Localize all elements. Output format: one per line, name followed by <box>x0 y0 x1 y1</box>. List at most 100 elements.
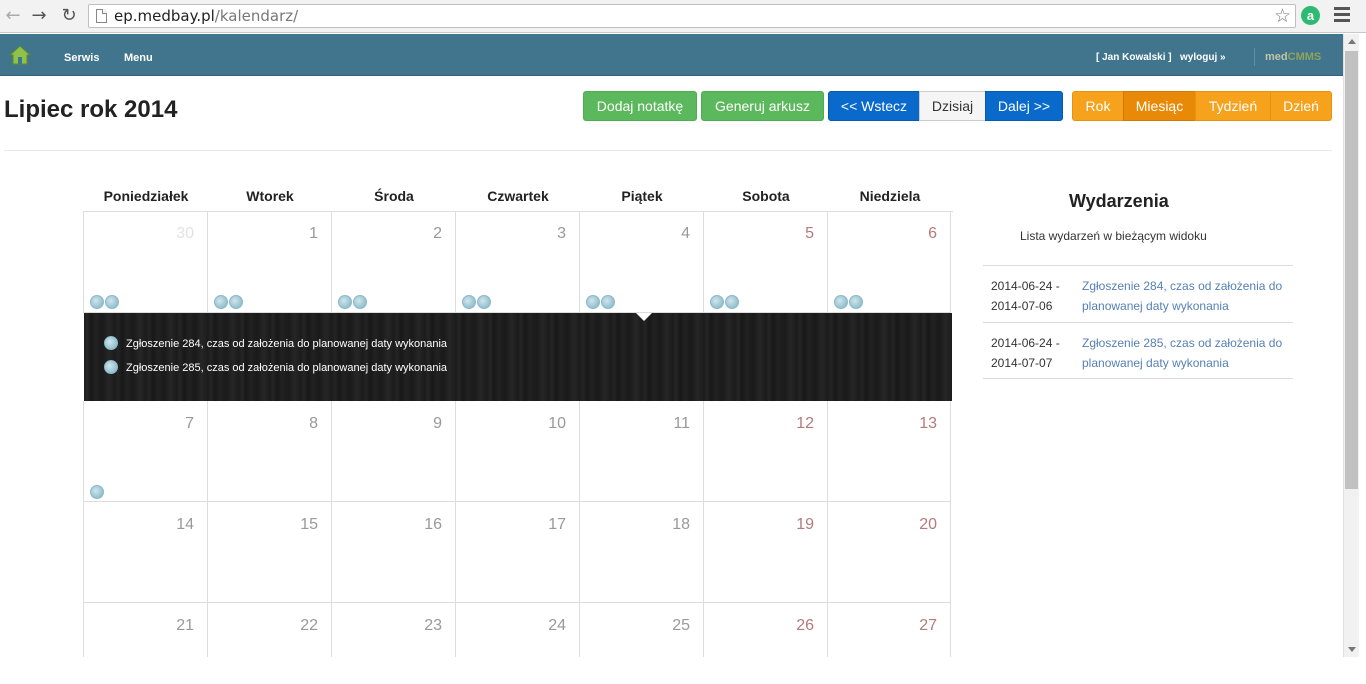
page-icon <box>96 9 107 23</box>
day-number: 25 <box>672 617 690 634</box>
day-number: 17 <box>548 516 566 533</box>
day-cell[interactable]: 10 <box>455 401 579 502</box>
reload-icon[interactable]: ↻ <box>58 5 80 27</box>
day-number: 27 <box>919 617 937 634</box>
event-dates: 2014-06-24 - 2014-07-06 <box>991 276 1060 316</box>
event-row: 2014-06-24 - 2014-07-06 Zgłoszenie 284, … <box>983 265 1293 322</box>
panel-caret <box>636 313 652 321</box>
day-cell[interactable]: 21 <box>83 603 207 663</box>
today-button[interactable]: Dzisiaj <box>919 91 986 121</box>
nav-menu[interactable]: Menu <box>124 52 153 64</box>
previous-button[interactable]: << Wstecz <box>828 91 920 121</box>
event-dot[interactable] <box>462 295 476 309</box>
day-cell[interactable]: 16 <box>331 502 455 603</box>
event-dot[interactable] <box>586 295 600 309</box>
event-end-date: 2014-07-06 <box>991 299 1053 313</box>
event-dot[interactable] <box>834 295 848 309</box>
day-number: 12 <box>796 415 814 432</box>
url-text[interactable]: ep.medbay.pl/kalendarz/ <box>114 7 298 25</box>
day-number: 1 <box>309 225 318 242</box>
event-link[interactable]: Zgłoszenie 285, czas od założenia do pla… <box>1082 333 1287 373</box>
day-number: 5 <box>805 225 814 242</box>
day-cell[interactable]: 13 <box>827 401 951 502</box>
day-number: 15 <box>300 516 318 533</box>
day-cell[interactable]: 19 <box>703 502 827 603</box>
event-dot[interactable] <box>90 485 104 499</box>
event-link[interactable]: Zgłoszenie 284, czas od założenia do pla… <box>1082 276 1287 316</box>
event-dot[interactable] <box>90 295 104 309</box>
day-cell[interactable]: 5 <box>703 211 827 313</box>
nav-serwis[interactable]: Serwis <box>64 52 99 64</box>
event-dot <box>104 360 118 374</box>
event-dot[interactable] <box>477 295 491 309</box>
brand-divider <box>1254 48 1255 66</box>
day-number: 6 <box>928 225 937 242</box>
day-cell[interactable]: 6 <box>827 211 951 313</box>
browser-toolbar: ← → ↻ ep.medbay.pl/kalendarz/ ☆ a <box>0 0 1366 33</box>
scroll-thumb[interactable] <box>1345 51 1358 489</box>
day-number: 26 <box>796 617 814 634</box>
day-cell[interactable]: 22 <box>207 603 331 663</box>
panel-event-label[interactable]: Zgłoszenie 284, czas od założenia do pla… <box>126 338 447 350</box>
day-cell[interactable]: 20 <box>827 502 951 603</box>
extension-icon[interactable]: a <box>1301 6 1320 25</box>
address-bar[interactable]: ep.medbay.pl/kalendarz/ ☆ <box>88 4 1296 28</box>
back-arrow-icon[interactable]: ← <box>2 5 24 27</box>
day-cell[interactable]: 25 <box>579 603 703 663</box>
day-cell[interactable]: 18 <box>579 502 703 603</box>
url-path: /kalendarz/ <box>214 7 299 25</box>
day-cell[interactable]: 14 <box>83 502 207 603</box>
browser-menu-icon[interactable] <box>1334 7 1350 23</box>
event-dot[interactable] <box>338 295 352 309</box>
day-cell[interactable]: 8 <box>207 401 331 502</box>
day-cell[interactable]: 17 <box>455 502 579 603</box>
event-dot[interactable] <box>105 295 119 309</box>
event-dot[interactable] <box>353 295 367 309</box>
day-cell[interactable]: 27 <box>827 603 951 663</box>
url-host: ep.medbay.pl <box>114 7 215 25</box>
weekday-header: Środa <box>374 188 414 204</box>
panel-event-label[interactable]: Zgłoszenie 285, czas od założenia do pla… <box>126 362 447 374</box>
day-cell[interactable]: 3 <box>455 211 579 313</box>
view-week-button[interactable]: Tydzień <box>1195 91 1271 121</box>
day-number: 11 <box>673 415 690 432</box>
scroll-up-arrow-icon[interactable] <box>1348 39 1356 44</box>
day-cell[interactable]: 26 <box>703 603 827 663</box>
day-cell[interactable]: 11 <box>579 401 703 502</box>
event-dot[interactable] <box>710 295 724 309</box>
day-cell[interactable]: 15 <box>207 502 331 603</box>
event-dot[interactable] <box>601 295 615 309</box>
logout-link[interactable]: wyloguj » <box>1180 52 1226 63</box>
event-dot[interactable] <box>849 295 863 309</box>
forward-arrow-icon[interactable]: → <box>28 5 50 27</box>
home-icon[interactable] <box>9 44 31 66</box>
day-number: 23 <box>424 617 442 634</box>
header-divider <box>4 150 1332 151</box>
day-number: 3 <box>557 225 566 242</box>
day-cell[interactable]: 4 <box>579 211 703 313</box>
day-cell[interactable]: 7 <box>83 401 207 502</box>
bookmark-star-icon[interactable]: ☆ <box>1274 5 1291 27</box>
event-dot[interactable] <box>725 295 739 309</box>
generate-sheet-button[interactable]: Generuj arkusz <box>701 91 824 121</box>
next-button[interactable]: Dalej >> <box>985 91 1063 121</box>
day-cell[interactable]: 12 <box>703 401 827 502</box>
day-cell[interactable]: 2 <box>331 211 455 313</box>
view-year-button[interactable]: Rok <box>1072 91 1124 121</box>
day-cell[interactable]: 30 <box>83 211 207 313</box>
day-cell[interactable]: 24 <box>455 603 579 663</box>
add-note-button[interactable]: Dodaj notatkę <box>583 91 697 121</box>
weekday-header: Piątek <box>621 188 663 204</box>
view-day-button[interactable]: Dzień <box>1270 91 1332 121</box>
event-dot <box>104 336 118 350</box>
view-month-button[interactable]: Miesiąc <box>1123 91 1196 121</box>
day-cell[interactable]: 23 <box>331 603 455 663</box>
event-dot[interactable] <box>214 295 228 309</box>
scroll-down-arrow-icon[interactable] <box>1348 647 1356 652</box>
page-scrollbar[interactable] <box>1343 34 1359 657</box>
event-dot[interactable] <box>229 295 243 309</box>
day-cell[interactable]: 9 <box>331 401 455 502</box>
day-number: 10 <box>548 415 566 432</box>
day-cell[interactable]: 1 <box>207 211 331 313</box>
page-title: Lipiec rok 2014 <box>4 96 178 123</box>
